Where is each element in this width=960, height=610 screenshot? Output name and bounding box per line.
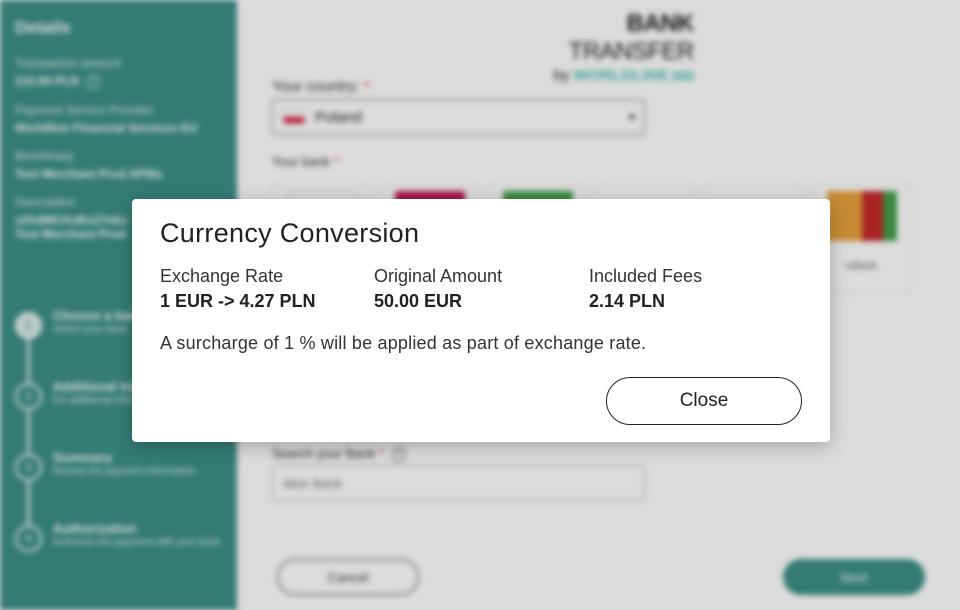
exchange-rate-label: Exchange Rate bbox=[160, 266, 284, 286]
currency-conversion-modal: Currency Conversion Exchange Rate 1 EUR … bbox=[132, 199, 830, 442]
modal-title: Currency Conversion bbox=[160, 218, 420, 248]
included-fees-label: Included Fees bbox=[589, 266, 703, 286]
surcharge-notice: A surcharge of 1 % will be applied as pa… bbox=[160, 333, 647, 353]
close-button[interactable]: Close bbox=[606, 377, 802, 425]
exchange-rate-stat: Exchange Rate 1 EUR -> 4.27 PLN bbox=[160, 266, 316, 312]
original-amount-label: Original Amount bbox=[374, 266, 503, 286]
exchange-rate-value: 1 EUR -> 4.27 PLN bbox=[160, 291, 316, 311]
original-amount-stat: Original Amount 50.00 EUR bbox=[374, 266, 502, 312]
included-fees-stat: Included Fees 2.14 PLN bbox=[589, 266, 702, 312]
original-amount-value: 50.00 EUR bbox=[374, 291, 463, 311]
included-fees-value: 2.14 PLN bbox=[589, 291, 666, 311]
